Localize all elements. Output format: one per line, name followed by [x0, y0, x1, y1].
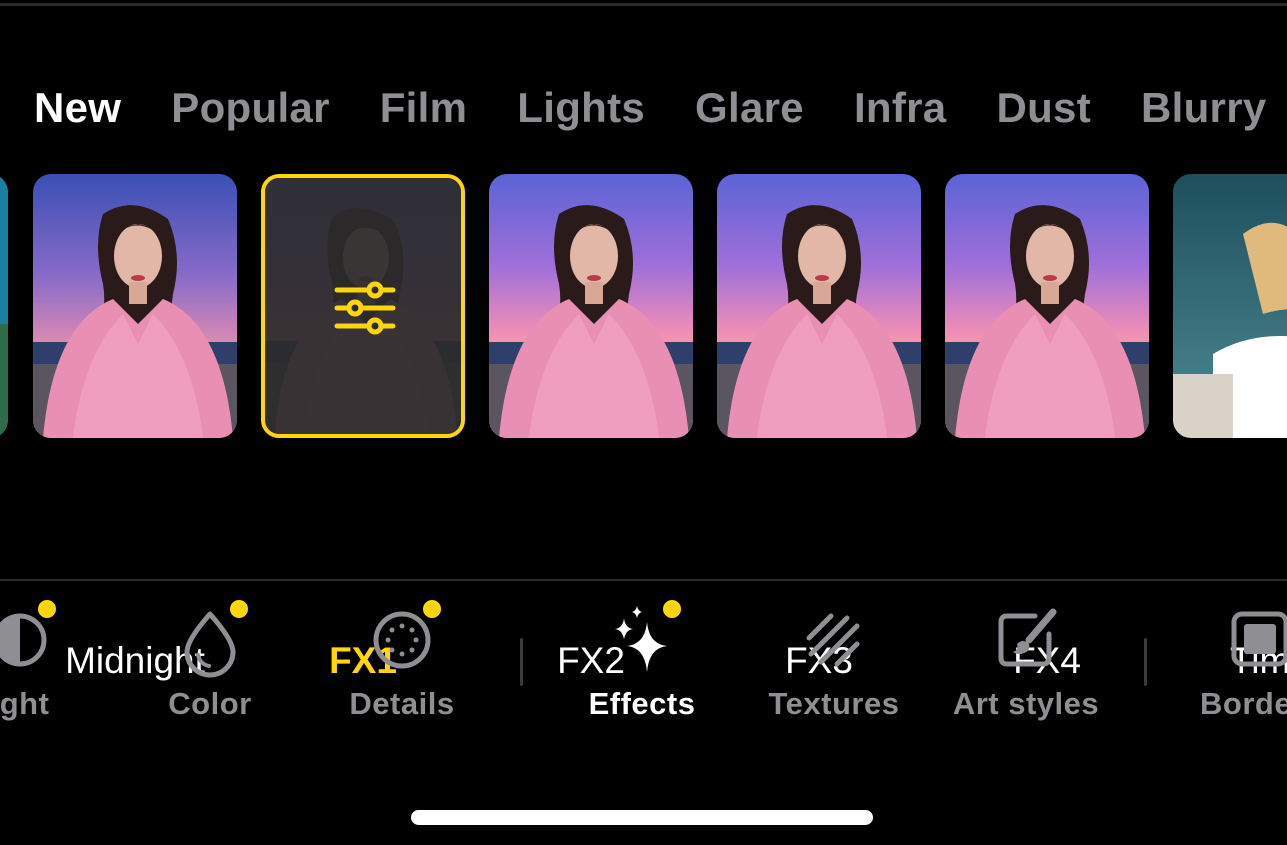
tool-label-textures: Textures [768, 686, 900, 721]
tool-label-effects: Effects [588, 686, 696, 721]
tab-infra[interactable]: Infra [854, 84, 947, 132]
toolbar-divider [0, 579, 1287, 581]
tool-color[interactable]: Color [130, 600, 290, 730]
tool-badge [38, 600, 56, 618]
brush-square-icon [998, 608, 1057, 667]
tool-details[interactable]: Details [322, 600, 482, 730]
tool-label-borders: Borde [1200, 686, 1287, 721]
editor-screen: New Popular Film Lights Glare Infra Dust… [0, 0, 1287, 845]
tab-blurry[interactable]: Blurry [1141, 84, 1267, 132]
filter-thumb-fx2[interactable] [489, 174, 693, 438]
filter-thumb-fx1[interactable] [261, 174, 465, 438]
sliders-icon [334, 281, 396, 335]
tab-film[interactable]: Film [380, 84, 468, 132]
tab-lights[interactable]: Lights [517, 84, 645, 132]
filter-thumb-partial-right[interactable] [1173, 174, 1287, 438]
toolbar-separator [1144, 638, 1147, 686]
tool-effects[interactable]: Effects [562, 600, 722, 730]
diagonal-lines-icon [806, 613, 860, 667]
tool-label-details: Details [349, 686, 455, 721]
tab-dust[interactable]: Dust [996, 84, 1091, 132]
tool-label-light: ight [0, 686, 50, 721]
filter-thumb-fx3[interactable] [717, 174, 921, 438]
tool-textures[interactable]: Textures [754, 600, 914, 730]
tool-label-color: Color [168, 686, 252, 721]
tool-light[interactable]: ight [0, 600, 100, 730]
tab-popular[interactable]: Popular [171, 84, 329, 132]
home-indicator[interactable] [411, 810, 873, 825]
border-square-icon [1231, 611, 1287, 667]
filter-thumb-midnight[interactable] [33, 174, 237, 438]
toolbar-separator [520, 638, 523, 686]
filter-thumb-fx4[interactable] [945, 174, 1149, 438]
filter-thumb-partial-left[interactable] [0, 174, 8, 438]
tab-new[interactable]: New [34, 84, 121, 132]
tool-borders[interactable]: Borde [1180, 600, 1287, 730]
top-divider [0, 3, 1287, 6]
tool-badge [230, 600, 248, 618]
tool-badge [423, 600, 441, 618]
filter-carousel: Midnight FX1 FX2 FX3 FX4 Tim [0, 174, 1287, 681]
tool-art-styles[interactable]: Art styles [946, 600, 1106, 730]
category-tabs: New Popular Film Lights Glare Infra Dust… [34, 84, 1287, 132]
tool-label-art-styles: Art styles [952, 686, 1100, 721]
tab-glare[interactable]: Glare [695, 84, 804, 132]
tool-badge [663, 600, 681, 618]
